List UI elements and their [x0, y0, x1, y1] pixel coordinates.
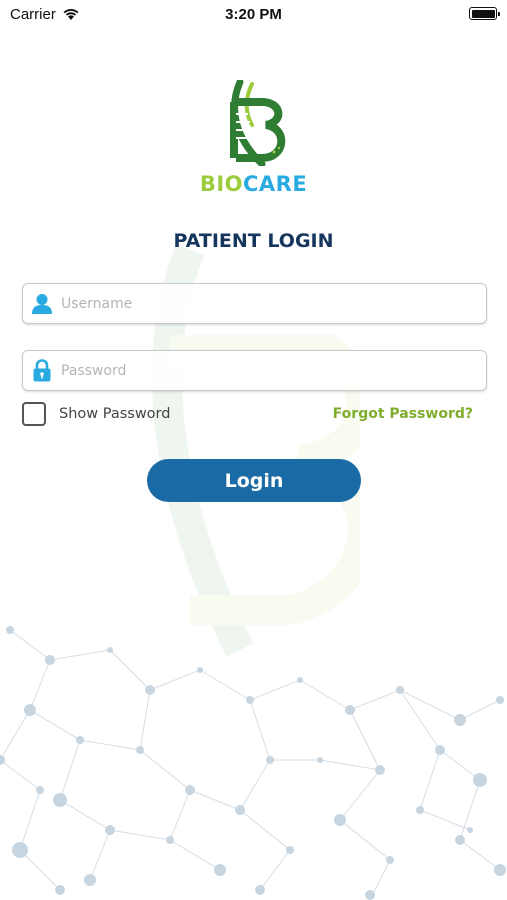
show-password-label: Show Password	[59, 406, 171, 422]
background-network-pattern	[0, 626, 506, 900]
password-field[interactable]	[22, 350, 487, 391]
user-icon	[25, 284, 59, 323]
app-logo: BIOCARE	[0, 80, 507, 200]
lock-icon	[25, 351, 59, 390]
username-input[interactable]	[59, 284, 486, 323]
biocare-logo-icon	[230, 80, 286, 166]
logo-text-care: CARE	[242, 172, 308, 196]
logo-text-bio: BIO	[199, 172, 243, 196]
show-password-checkbox[interactable]	[22, 402, 46, 426]
battery-icon	[469, 7, 500, 20]
password-input[interactable]	[59, 351, 486, 390]
options-row: Show Password Forgot Password?	[22, 402, 473, 426]
status-time: 3:20 PM	[225, 6, 282, 23]
show-password-toggle[interactable]: Show Password	[22, 402, 170, 426]
status-bar: Carrier 3:20 PM	[0, 0, 507, 30]
username-field[interactable]	[22, 283, 487, 324]
page-title: PATIENT LOGIN	[173, 230, 334, 252]
forgot-password-link[interactable]: Forgot Password?	[333, 406, 473, 422]
logo-wordmark: BIOCARE	[0, 172, 507, 196]
battery-level	[471, 9, 495, 18]
login-button[interactable]: Login	[147, 459, 361, 502]
